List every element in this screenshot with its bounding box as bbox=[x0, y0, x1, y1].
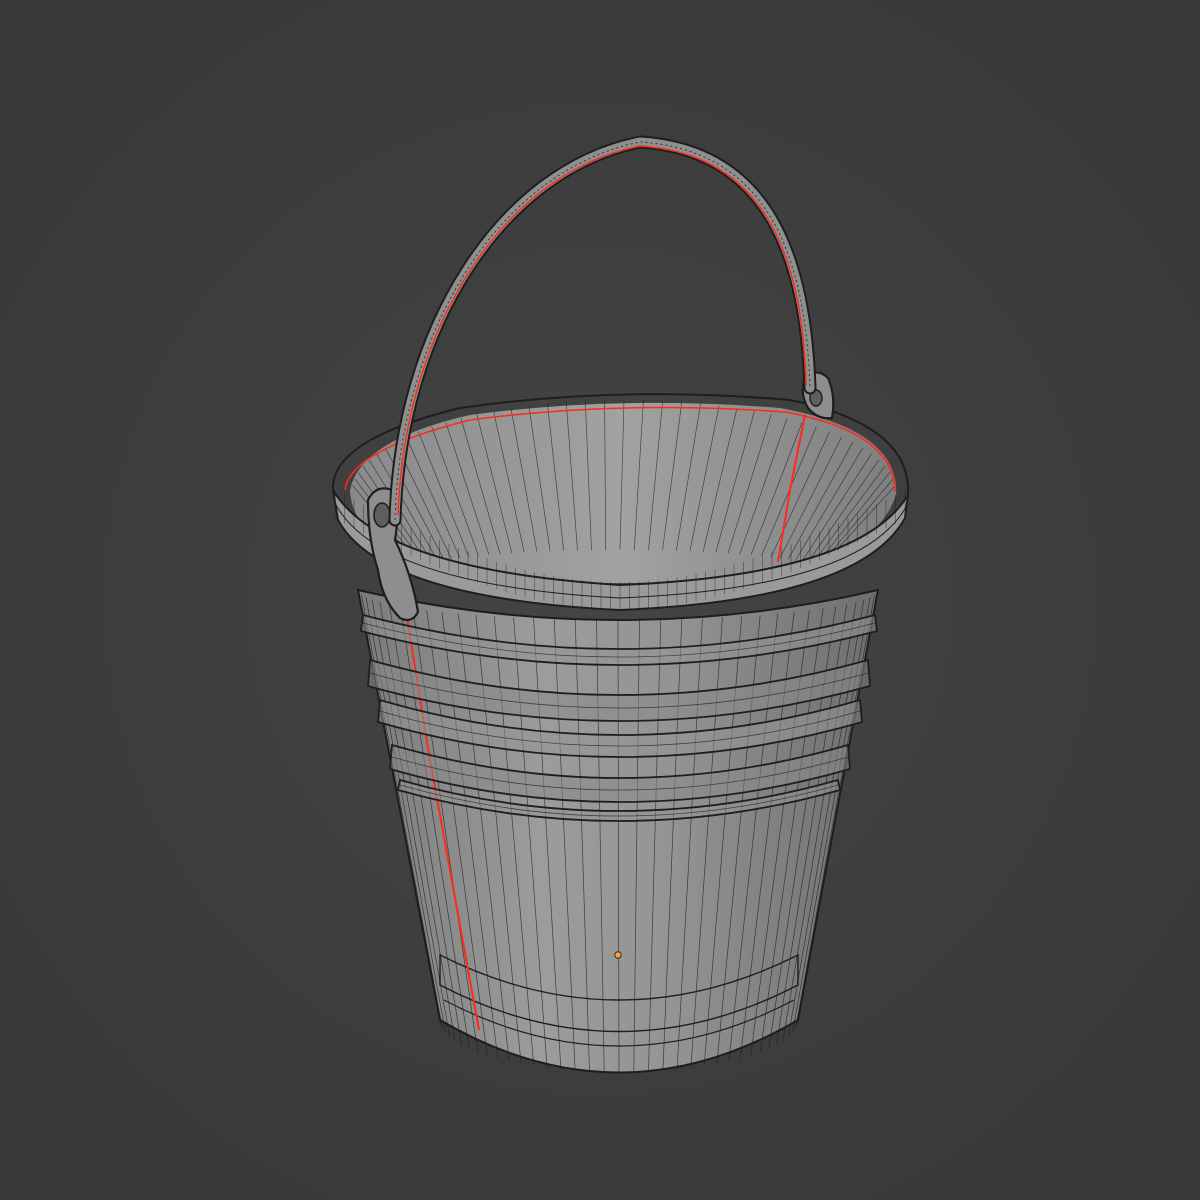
3d-viewport[interactable] bbox=[0, 0, 1200, 1200]
bucket-mesh[interactable] bbox=[0, 0, 1200, 1200]
origin-dot bbox=[614, 951, 622, 959]
object-origin bbox=[614, 951, 622, 959]
left-lug-hole bbox=[373, 502, 391, 528]
